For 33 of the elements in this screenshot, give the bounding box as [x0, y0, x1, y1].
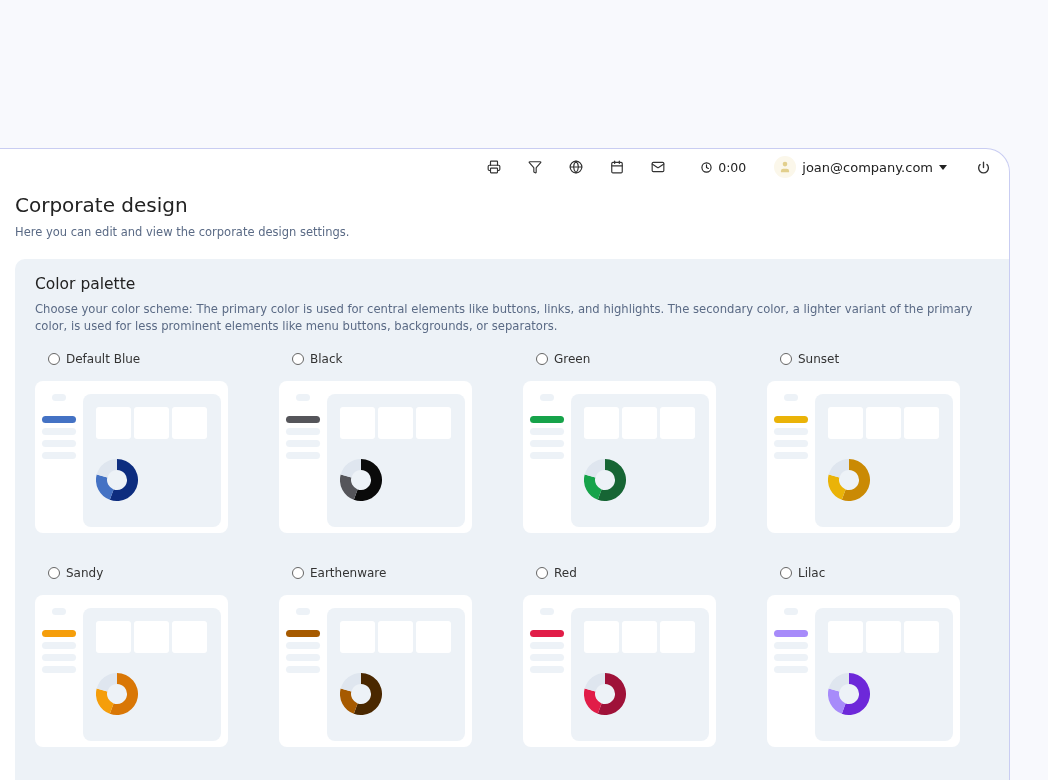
radio-option[interactable]: Lilac — [780, 563, 960, 583]
radio-button[interactable] — [48, 567, 60, 579]
option-label: Red — [554, 566, 577, 580]
radio-button[interactable] — [48, 353, 60, 365]
option-label: Lilac — [798, 566, 826, 580]
user-menu[interactable]: joan@company.com — [802, 159, 947, 175]
option-label: Black — [310, 352, 343, 366]
radio-option[interactable]: Black — [292, 349, 472, 369]
clock-icon — [701, 161, 713, 173]
section-title: Color palette — [35, 275, 137, 293]
radio-button[interactable] — [536, 353, 548, 365]
radio-button[interactable] — [292, 353, 304, 365]
section-description: Choose your color scheme: The primary color is used for central elements like buttons, links, and highlights. The secondary color, a lighter variant of the primary color, is used for less prominent elements like menu buttons, backgrounds, or separators. — [35, 301, 974, 335]
option-label: Default Blue — [66, 352, 141, 366]
radio-button[interactable] — [780, 567, 792, 579]
page-title: Corporate design — [15, 193, 189, 217]
option-label: Sunset — [798, 352, 840, 366]
timer-text: 0:00 — [718, 159, 747, 175]
radio-option[interactable]: Red — [536, 563, 716, 583]
radio-button[interactable] — [780, 353, 792, 365]
avatar-icon — [774, 156, 797, 178]
radio-option[interactable]: Sandy — [48, 563, 228, 583]
option-label: Sandy — [66, 566, 104, 580]
radio-option[interactable]: Earthenware — [292, 563, 472, 583]
option-label: Earthenware — [310, 566, 387, 580]
page-subtitle: Here you can edit and view the corporate design settings. — [15, 225, 351, 239]
option-label: Green — [554, 352, 591, 366]
radio-option[interactable]: Green — [536, 349, 716, 369]
radio-option[interactable]: Sunset — [780, 349, 960, 369]
radio-button[interactable] — [536, 567, 548, 579]
caret-icon — [939, 164, 947, 170]
radio-button[interactable] — [292, 567, 304, 579]
radio-option[interactable]: Default Blue — [48, 349, 228, 369]
